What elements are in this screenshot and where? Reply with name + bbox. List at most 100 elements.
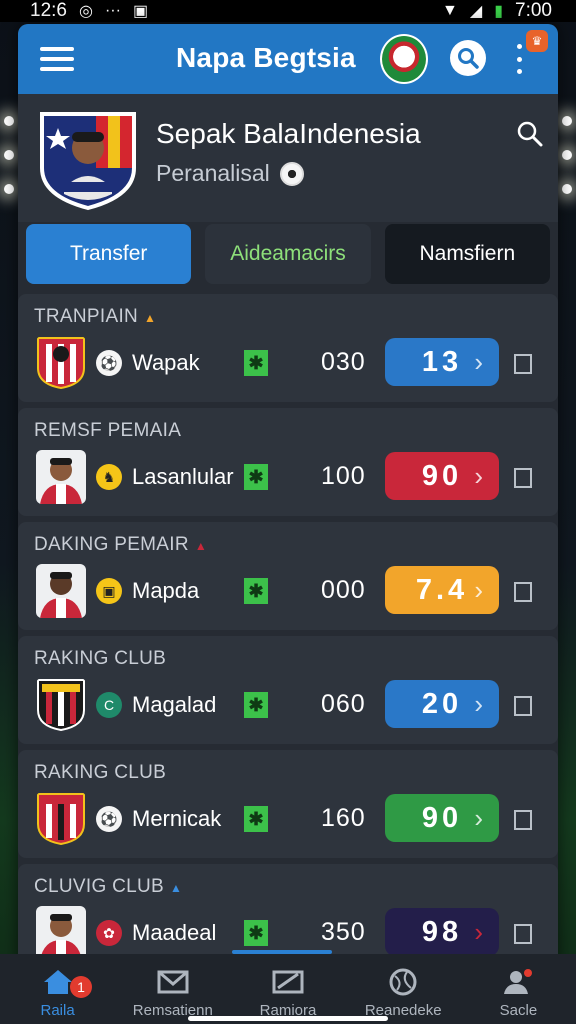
player-name: Mernicak [132, 806, 222, 831]
warning-icon: ▲ [144, 311, 157, 325]
select-checkbox[interactable] [514, 468, 532, 488]
player-avatar [36, 564, 86, 618]
stadium-light [4, 150, 14, 160]
score-button[interactable]: 90 › [385, 452, 499, 500]
list-item[interactable]: CLUVIG CLUB ▲ ✿ Maadeal ✱ 350 98 › [18, 864, 558, 964]
player-name: Mapda [132, 578, 200, 603]
profile-icon [504, 969, 533, 994]
chevron-right-icon: › [474, 917, 487, 947]
section-title: REMSF PEMAIA [34, 420, 182, 441]
ranking-list: TRANPIAIN ▲ ⚽ Wapak ✱ 030 13 › REMSF PEMAI… [18, 294, 558, 964]
soccer-ball-icon: ⚽ [96, 350, 122, 376]
battery-icon: ▮ [494, 3, 504, 20]
signal-icon: ◢ [469, 3, 483, 20]
list-item[interactable]: TRANPIAIN ▲ ⚽ Wapak ✱ 030 13 › [18, 294, 558, 402]
stadium-light [562, 116, 572, 126]
player-name: Magalad [132, 692, 217, 717]
nav-item-remsatienn[interactable]: Remsatienn [115, 954, 230, 1024]
score-button[interactable]: 13 › [385, 338, 499, 386]
player-name: Lasanlular [132, 464, 234, 489]
soccer-ball-icon: ⚽ [96, 806, 122, 832]
status-flag-icon: ✱ [244, 692, 268, 718]
chevron-right-icon: › [474, 575, 487, 605]
score-button[interactable]: 98 › [385, 908, 499, 956]
tab-transfer[interactable]: Transfer [26, 224, 192, 284]
app-window: Napa Begtsia ♛ Sepak BalaIndenesia Peran… [18, 24, 558, 964]
league-subtitle-text: Peranalisal [156, 160, 270, 186]
club-crest-icon [37, 679, 85, 732]
select-checkbox[interactable] [514, 924, 532, 944]
stadium-light [4, 184, 14, 194]
status-flag-icon: ✱ [244, 806, 268, 832]
home-indicator[interactable] [188, 1016, 388, 1021]
section-title: DAKING PEMAIR ▲ [34, 534, 207, 556]
status-flag-icon: ✱ [244, 350, 268, 376]
player-name: Wapak [132, 350, 200, 375]
notification-icon[interactable]: ♛ [526, 30, 548, 52]
select-checkbox[interactable] [514, 582, 532, 602]
chevron-right-icon: › [474, 689, 487, 719]
score-value: 13 [421, 345, 463, 378]
sim-icon: ▣ [132, 3, 149, 20]
player-number: 160 [321, 804, 366, 832]
nav-item-raila[interactable]: 1 Raila [0, 954, 115, 1024]
score-value: 90 [421, 801, 463, 834]
player-number: 350 [321, 918, 366, 946]
nav-label: Raila [40, 1002, 75, 1019]
stats-icon [272, 970, 304, 994]
select-checkbox[interactable] [514, 696, 532, 716]
status-time: 12:6 [30, 0, 67, 21]
list-item[interactable]: DAKING PEMAIR ▲ ▣ Mapda ✱ 000 7.4 › [18, 522, 558, 630]
list-item[interactable]: RAKING CLUB C Magalad ✱ 060 20 › [18, 636, 558, 744]
app-title: Napa Begtsia [176, 42, 356, 73]
search-icon[interactable] [516, 120, 544, 148]
player-name: Maadeal [132, 920, 217, 945]
nav-label: Sacle [499, 1002, 538, 1019]
club-crest-icon [37, 793, 85, 846]
hamburger-menu-icon[interactable] [40, 47, 74, 71]
stadium-light [562, 184, 572, 194]
search-button[interactable] [450, 40, 486, 76]
select-checkbox[interactable] [514, 354, 532, 374]
stadium-light [562, 150, 572, 160]
score-value: 90 [421, 459, 463, 492]
notification-badge: 1 [70, 976, 92, 998]
club-crest-icon [37, 337, 85, 390]
tab-bar: Transfer Aideamacirs Namsfiern [26, 224, 550, 284]
tab-aideamacirs[interactable]: Aideamacirs [205, 224, 371, 284]
player-number: 060 [321, 690, 366, 718]
status-flag-icon: ✱ [244, 578, 268, 604]
chevron-right-icon: › [474, 803, 487, 833]
section-title-text: DAKING PEMAIR [34, 534, 189, 555]
player-number: 100 [321, 462, 366, 490]
search-icon [458, 48, 479, 69]
nav-item-reanedeke[interactable]: Reanedeke [346, 954, 461, 1024]
league-header: Sepak BalaIndenesia Peranalisal [18, 94, 558, 222]
score-button[interactable]: 7.4 › [385, 566, 499, 614]
warning-icon: ▲ [194, 539, 208, 553]
c-club-icon: C [96, 692, 122, 718]
score-value: 20 [421, 687, 463, 720]
status-flag-icon: ✱ [244, 464, 268, 490]
mail-icon [157, 970, 189, 994]
section-title: CLUVIG CLUB ▲ [34, 876, 182, 898]
more-options-icon[interactable] [515, 44, 523, 74]
square-club-icon: ▣ [96, 578, 122, 604]
list-item[interactable]: REMSF PEMAIA ♞ Lasanlular ✱ 100 90 › [18, 408, 558, 516]
nav-item-ramiora[interactable]: Ramiora [230, 954, 345, 1024]
list-item[interactable]: RAKING CLUB ⚽ Mernicak ✱ 160 90 › [18, 750, 558, 858]
more-dots-icon: ··· [104, 2, 121, 19]
section-title: TRANPIAIN ▲ [34, 306, 156, 328]
club-logo-icon [380, 34, 428, 84]
app-top-bar: Napa Begtsia ♛ [18, 24, 558, 94]
score-button[interactable]: 20 › [385, 680, 499, 728]
select-checkbox[interactable] [514, 810, 532, 830]
score-value: 98 [421, 915, 463, 948]
status-battery-time: 7:00 [515, 0, 552, 21]
score-button[interactable]: 90 › [385, 794, 499, 842]
status-flag-icon: ✱ [244, 920, 268, 946]
nav-item-sacle[interactable]: Sacle [461, 954, 576, 1024]
player-number: 000 [321, 576, 366, 604]
tab-namsfiern[interactable]: Namsfiern [384, 224, 550, 284]
bottom-navigation: 1 Raila Remsatienn Ramiora Reanedeke Sac… [0, 954, 576, 1024]
